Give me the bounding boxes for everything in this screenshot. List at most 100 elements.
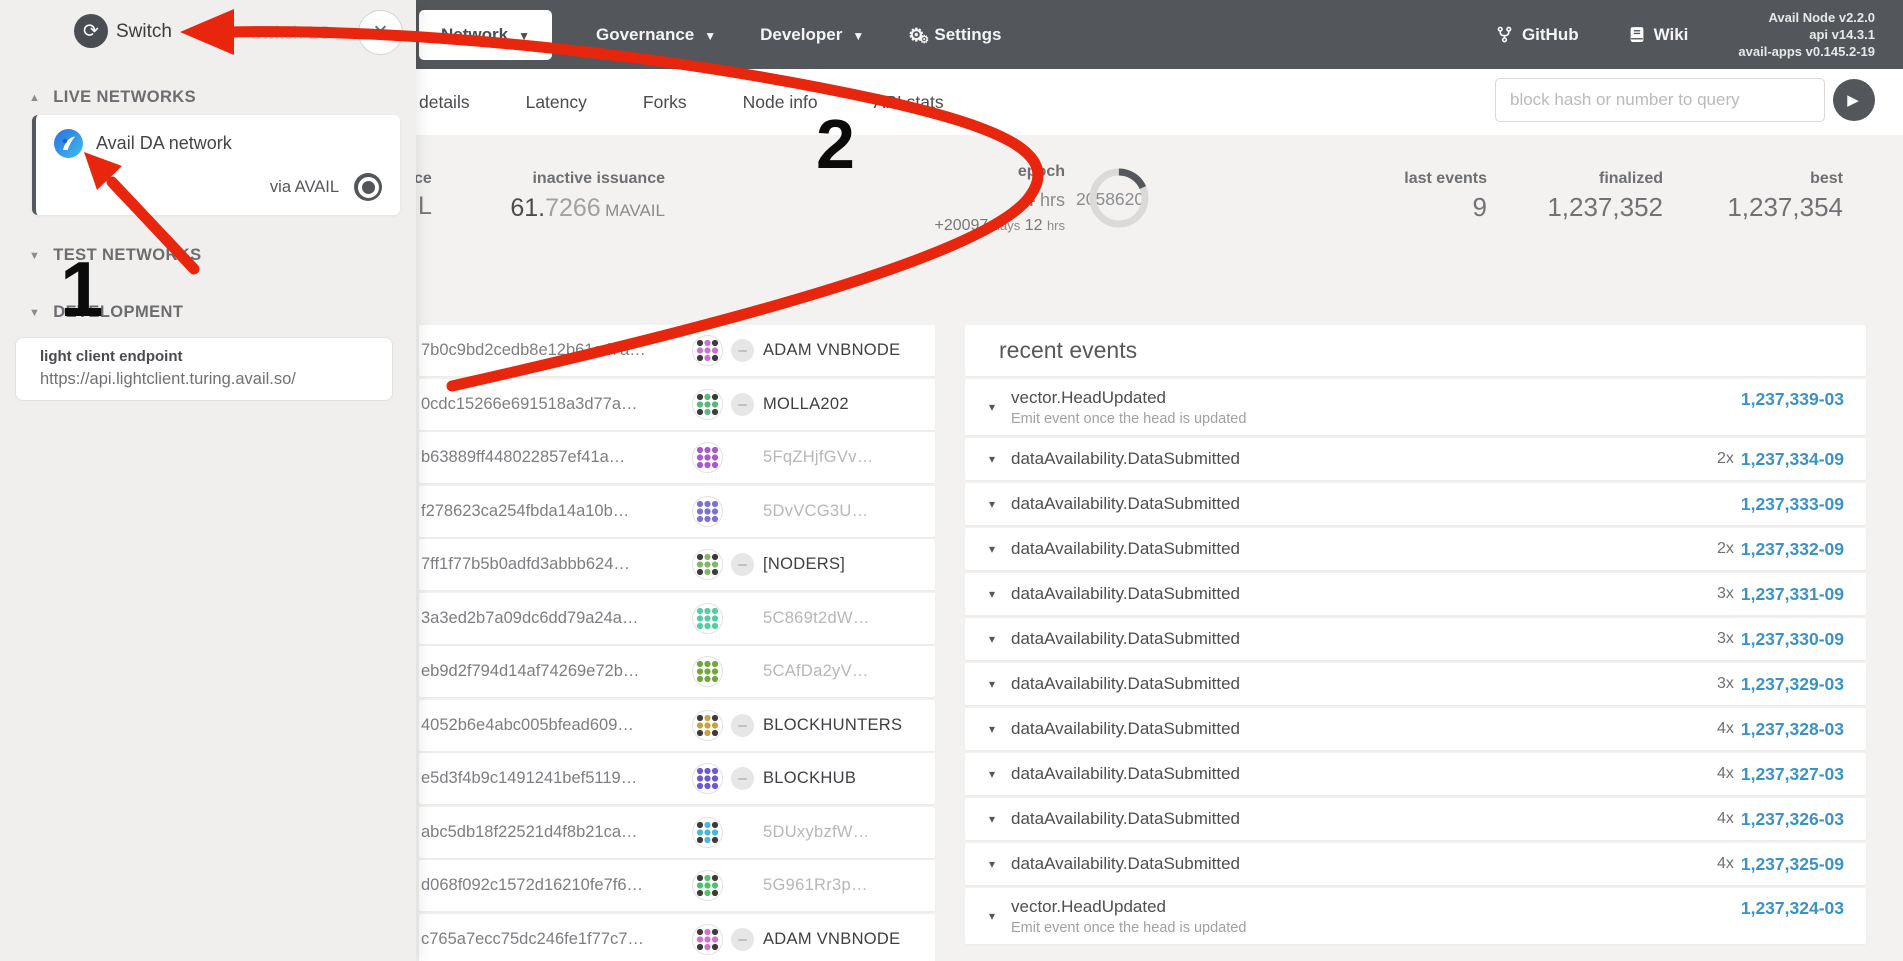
- nav-governance-label: Governance: [596, 25, 694, 45]
- event-block-link[interactable]: 1,237,324-03: [1741, 898, 1844, 919]
- block-row[interactable]: c765a7ecc75dc246fe1f77c7… – ADAM VNBNODE: [419, 914, 935, 961]
- caret-down-icon[interactable]: ▾: [989, 812, 1011, 826]
- block-row[interactable]: 0cdc15266e691518a3d77a… – MOLLA202: [419, 379, 935, 430]
- event-row[interactable]: ▾ dataAvailability.DataSubmitted 1,237,3…: [965, 483, 1866, 525]
- event-row[interactable]: ▾ dataAvailability.DataSubmitted 3x 1,23…: [965, 663, 1866, 705]
- nav-network-button[interactable]: Network ▼: [419, 10, 552, 60]
- tab-node-info[interactable]: Node info: [743, 92, 818, 113]
- caret-down-icon[interactable]: ▾: [989, 632, 1011, 646]
- play-icon: ▶: [1847, 91, 1859, 109]
- caret-down-icon[interactable]: ▾: [989, 857, 1011, 871]
- validator-name[interactable]: 5DvVCG3U…: [763, 502, 868, 521]
- development-header[interactable]: ▼ DEVELOPMENT: [29, 303, 445, 322]
- event-row[interactable]: ▾ dataAvailability.DataSubmitted 4x 1,23…: [965, 798, 1866, 840]
- close-icon: ✕: [373, 21, 389, 44]
- caret-down-icon[interactable]: ▾: [989, 677, 1011, 691]
- nav-settings-button[interactable]: ⚙⚙ Settings: [908, 25, 1001, 45]
- event-block-link[interactable]: 1,237,326-03: [1741, 809, 1844, 830]
- caret-down-icon[interactable]: ▾: [989, 497, 1011, 511]
- caret-down-icon[interactable]: ▾: [989, 400, 1011, 414]
- event-block-link[interactable]: 1,237,339-03: [1741, 389, 1844, 410]
- block-hash[interactable]: 7b0c9bd2cedb8e12b61cd7a…: [421, 341, 671, 360]
- block-hash[interactable]: 7ff1f77b5b0adfd3abbb624…: [421, 555, 671, 574]
- epoch-progress-ring: [1088, 167, 1150, 229]
- event-block-link[interactable]: 1,237,332-09: [1741, 539, 1844, 560]
- event-block-link[interactable]: 1,237,334-09: [1741, 449, 1844, 470]
- close-panel-button[interactable]: ✕: [358, 10, 403, 55]
- block-hash[interactable]: eb9d2f794d14af74269e72b…: [421, 662, 671, 681]
- validator-name[interactable]: 5CAfDa2yV…: [763, 662, 869, 681]
- caret-down-icon[interactable]: ▾: [989, 587, 1011, 601]
- event-block-link[interactable]: 1,237,328-03: [1741, 719, 1844, 740]
- event-row[interactable]: ▾ dataAvailability.DataSubmitted 4x 1,23…: [965, 708, 1866, 750]
- caret-down-icon[interactable]: ▾: [989, 909, 1011, 923]
- validator-name[interactable]: 5G961Rr3p…: [763, 876, 868, 895]
- block-row[interactable]: f278623ca254fbda14a10b… – 5DvVCG3U…: [419, 486, 935, 537]
- event-row[interactable]: ▾ dataAvailability.DataSubmitted 2x 1,23…: [965, 528, 1866, 570]
- via-avail-radio[interactable]: [354, 173, 382, 201]
- triangle-down-icon: ▼: [29, 250, 40, 262]
- validator-name[interactable]: MOLLA202: [763, 395, 849, 414]
- block-hash[interactable]: 0cdc15266e691518a3d77a…: [421, 395, 671, 414]
- validator-name[interactable]: ADAM VNBNODE: [763, 341, 900, 360]
- tab-latency[interactable]: Latency: [526, 92, 587, 113]
- caret-down-icon[interactable]: ▾: [989, 542, 1011, 556]
- nav-developer-button[interactable]: Developer ▼: [760, 25, 864, 45]
- validator-name[interactable]: ADAM VNBNODE: [763, 930, 900, 949]
- block-row[interactable]: 7ff1f77b5b0adfd3abbb624… – [NODERS]: [419, 539, 935, 590]
- api-version: api v14.3.1: [1738, 26, 1875, 43]
- light-client-endpoint-card[interactable]: light client endpoint https://api.lightc…: [15, 337, 393, 401]
- block-hash[interactable]: abc5db18f22521d4f8b21ca…: [421, 823, 671, 842]
- block-row[interactable]: 7b0c9bd2cedb8e12b61cd7a… – ADAM VNBNODE: [419, 325, 935, 376]
- validator-name[interactable]: 5FqZHjfGVv…: [763, 448, 874, 467]
- block-row[interactable]: abc5db18f22521d4f8b21ca… – 5DUxybzfW…: [419, 807, 935, 858]
- event-row[interactable]: ▾ dataAvailability.DataSubmitted 4x 1,23…: [965, 843, 1866, 885]
- block-hash[interactable]: f278623ca254fbda14a10b…: [421, 502, 671, 521]
- caret-down-icon[interactable]: ▾: [989, 452, 1011, 466]
- event-block-link[interactable]: 1,237,329-03: [1741, 674, 1844, 695]
- event-row[interactable]: ▾ dataAvailability.DataSubmitted 2x 1,23…: [965, 438, 1866, 480]
- event-block-link[interactable]: 1,237,333-09: [1741, 494, 1844, 515]
- block-hash[interactable]: 3a3ed2b7a09dc6dd79a24a…: [421, 609, 671, 628]
- caret-down-icon[interactable]: ▾: [989, 722, 1011, 736]
- validator-name[interactable]: 5DUxybzfW…: [763, 823, 870, 842]
- block-search-input[interactable]: [1495, 78, 1825, 122]
- event-name: dataAvailability.DataSubmitted: [1011, 674, 1240, 694]
- event-block-link[interactable]: 1,237,331-09: [1741, 584, 1844, 605]
- event-block-link[interactable]: 1,237,330-09: [1741, 629, 1844, 650]
- block-row[interactable]: b63889ff448022857ef41a… – 5FqZHjfGVv…: [419, 432, 935, 483]
- github-link[interactable]: GitHub: [1496, 25, 1579, 45]
- block-row[interactable]: 4052b6e4abc005bfead609… – BLOCKHUNTERS: [419, 700, 935, 751]
- wiki-link[interactable]: Wiki: [1629, 25, 1689, 45]
- switch-button[interactable]: ⟳: [74, 14, 108, 48]
- block-row[interactable]: d068f092c1572d16210fe7f6… – 5G961Rr3p…: [419, 860, 935, 911]
- block-row[interactable]: e5d3f4b9c1491241bef5119… – BLOCKHUB: [419, 753, 935, 804]
- live-networks-header[interactable]: ▲ LIVE NETWORKS: [29, 88, 445, 107]
- nav-governance-button[interactable]: Governance ▼: [596, 25, 716, 45]
- block-hash[interactable]: e5d3f4b9c1491241bef5119…: [421, 769, 671, 788]
- tab-api-stats[interactable]: API stats: [874, 92, 944, 113]
- event-row[interactable]: ▾ vector.HeadUpdated Emit event once the…: [965, 379, 1866, 435]
- validator-name[interactable]: [NODERS]: [763, 555, 845, 574]
- block-hash[interactable]: b63889ff448022857ef41a…: [421, 448, 671, 467]
- validator-name[interactable]: BLOCKHUB: [763, 769, 856, 788]
- event-row[interactable]: ▾ dataAvailability.DataSubmitted 3x 1,23…: [965, 573, 1866, 615]
- block-row[interactable]: 3a3ed2b7a09dc6dd79a24a… – 5C869t2dW…: [419, 593, 935, 644]
- validator-name[interactable]: BLOCKHUNTERS: [763, 716, 902, 735]
- test-networks-header[interactable]: ▼ TEST NETWORKS: [29, 246, 445, 265]
- event-block-link[interactable]: 1,237,325-09: [1741, 854, 1844, 875]
- tab-forks[interactable]: Forks: [643, 92, 687, 113]
- block-hash[interactable]: c765a7ecc75dc246fe1f77c7…: [421, 930, 671, 949]
- caret-down-icon[interactable]: ▾: [989, 767, 1011, 781]
- event-count: 4x: [1717, 810, 1734, 828]
- block-row[interactable]: eb9d2f794d14af74269e72b… – 5CAfDa2yV…: [419, 646, 935, 697]
- network-card-avail[interactable]: Avail DA network via AVAIL: [32, 115, 400, 215]
- search-submit-button[interactable]: ▶: [1833, 79, 1875, 121]
- validator-name[interactable]: 5C869t2dW…: [763, 609, 870, 628]
- event-block-link[interactable]: 1,237,327-03: [1741, 764, 1844, 785]
- event-row[interactable]: ▾ vector.HeadUpdated Emit event once the…: [965, 888, 1866, 944]
- event-row[interactable]: ▾ dataAvailability.DataSubmitted 4x 1,23…: [965, 753, 1866, 795]
- event-row[interactable]: ▾ dataAvailability.DataSubmitted 3x 1,23…: [965, 618, 1866, 660]
- block-hash[interactable]: 4052b6e4abc005bfead609…: [421, 716, 671, 735]
- block-hash[interactable]: d068f092c1572d16210fe7f6…: [421, 876, 671, 895]
